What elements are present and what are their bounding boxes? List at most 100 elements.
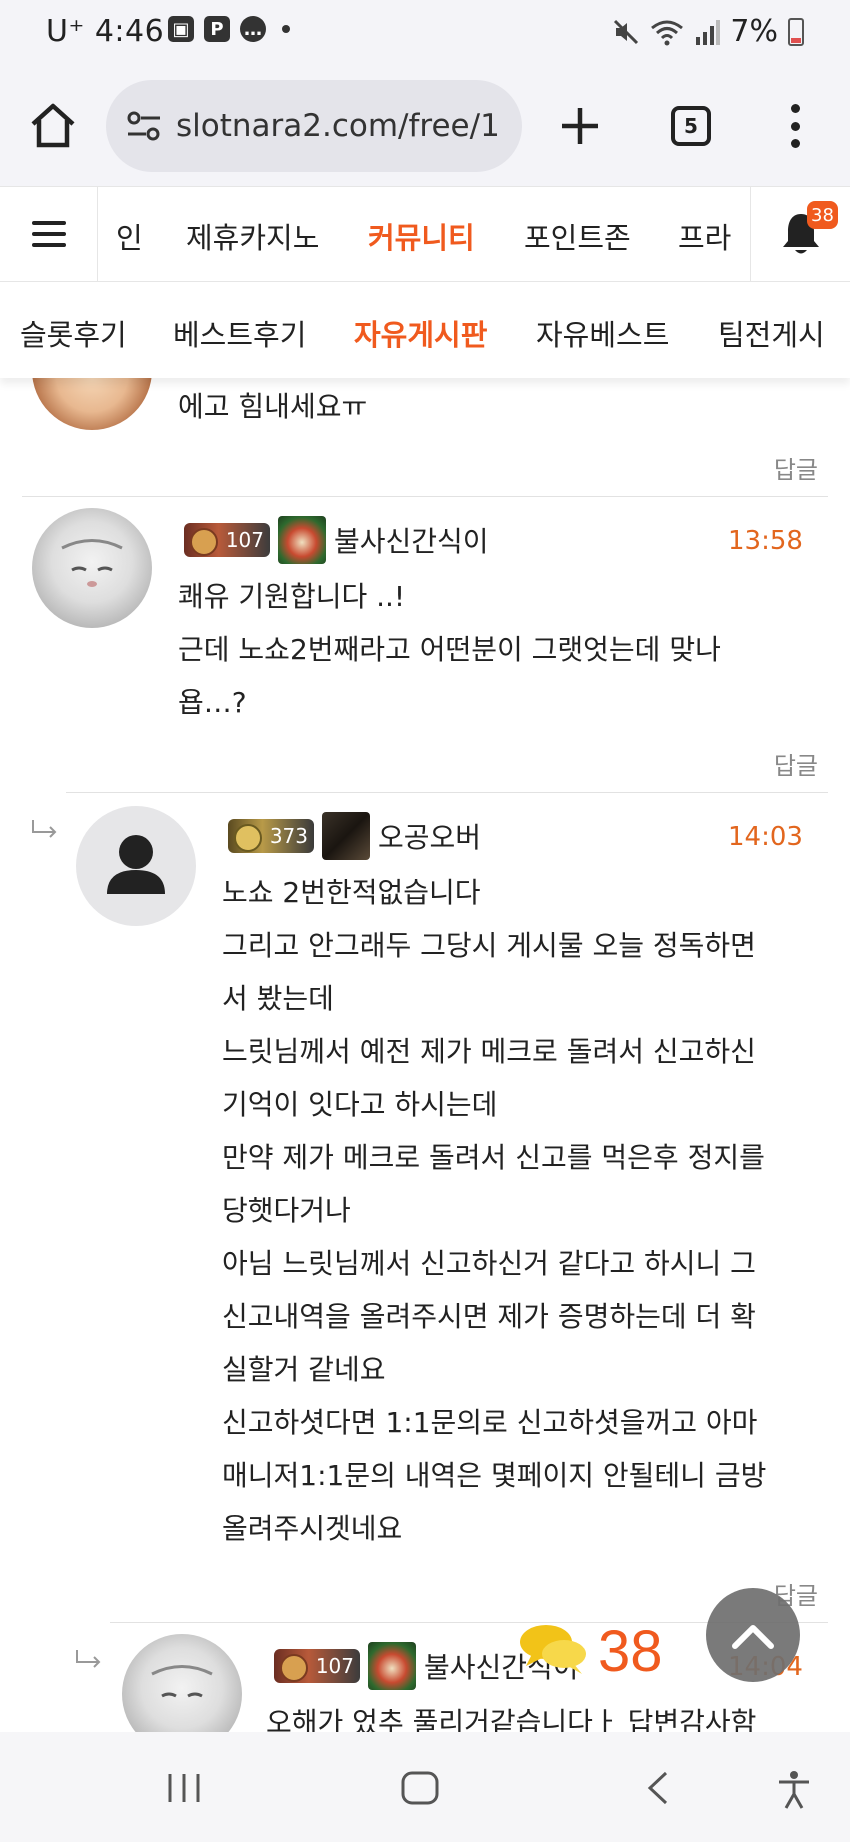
comment-line: 올려주시겟네요	[222, 1512, 403, 1545]
comment-body: 쾌유 기원합니다 ..! 근데 노쇼2번째라고 어떤분이 그랫엇는데 맞나 욥……	[178, 570, 721, 729]
more-notifications-icon	[282, 25, 290, 33]
comment-line: 신고하셧다면 1:1문의로 신고하셧을꺼고 아마	[222, 1406, 758, 1439]
site-settings-icon[interactable]	[124, 106, 164, 146]
comment-line: 그리고 안그래두 그당시 게시물 오늘 정독하면	[222, 929, 756, 962]
status-bar: U⁺ 4:46 ▣ P … 7%	[0, 0, 850, 66]
comment-body: 에고 힘내세요ㅠ	[178, 380, 367, 433]
back-icon[interactable]	[644, 1770, 672, 1806]
sub-item-best-review[interactable]: 베스트후기	[173, 312, 306, 354]
comment-line: 기억이 잇다고 하시는데	[222, 1088, 498, 1121]
address-bar[interactable]: slotnara2.com/free/1	[106, 80, 522, 172]
level-badge: 373	[228, 819, 314, 853]
comment-time: 13:58	[728, 526, 803, 556]
comment-list: 에고 힘내세요ㅠ 답글 107 불사신간식이 13:58 쾌유 기원합니다 ..…	[0, 378, 850, 1732]
system-nav-bar	[0, 1732, 850, 1842]
nav-item-partner-casino[interactable]: 제휴카지노	[186, 215, 319, 257]
member-flair-icon	[322, 812, 370, 860]
recent-apps-icon[interactable]	[164, 1770, 204, 1806]
avatar[interactable]	[32, 378, 152, 430]
nav-item-point-zone[interactable]: 포인트존	[524, 215, 631, 257]
battery-percent: 7%	[730, 14, 778, 49]
mute-icon	[614, 19, 639, 44]
home-icon[interactable]	[28, 100, 78, 150]
signal-icon	[696, 19, 721, 45]
status-time: U⁺ 4:46	[46, 14, 164, 49]
hamburger-menu-icon[interactable]	[0, 187, 98, 281]
comment-line: 오해가 었추 풀리거같습니다ㅏ 답변감사함	[266, 1706, 757, 1732]
comment-author[interactable]: 오공오버	[378, 816, 481, 856]
notification-badge: 38	[807, 201, 838, 229]
comment-line: 느릿님께서 예전 제가 메크로 돌려서 신고하신	[222, 1035, 756, 1068]
home-nav-icon[interactable]	[400, 1770, 440, 1806]
reply-button[interactable]: 답글	[774, 450, 818, 485]
member-flair-icon	[368, 1642, 416, 1690]
comment-line: 만약 제가 메크로 돌려서 신고를 먹은후 정지를	[222, 1141, 765, 1174]
status-right: 7%	[612, 14, 804, 49]
sub-item-free-board[interactable]: 자유게시판	[354, 312, 487, 354]
comment-line: 에고 힘내세요ㅠ	[178, 390, 368, 423]
wifi-icon	[651, 20, 684, 45]
browser-menu-button[interactable]	[780, 102, 810, 150]
main-nav-items: 인 제휴카지노 커뮤니티 포인트존 프라	[98, 187, 750, 281]
comment-line: 신고내역을 올려주시면 제가 증명하는데 더 확	[222, 1300, 756, 1333]
tab-count: 5	[684, 114, 698, 138]
comment-author[interactable]: 불사신간식이	[334, 520, 489, 560]
browser-toolbar: slotnara2.com/free/1 5	[0, 66, 850, 186]
comment-line: 노쇼 2번한적없습니다	[222, 876, 481, 909]
divider	[66, 792, 828, 793]
sub-item-slot-review[interactable]: 슬롯후기	[20, 312, 127, 354]
divider	[22, 496, 828, 497]
image-icon: ▣	[168, 16, 194, 42]
comment-meta: 373 오공오버	[228, 812, 481, 860]
comment-line: 욥…?	[178, 686, 247, 719]
reply-arrow-icon	[32, 820, 57, 838]
new-tab-icon[interactable]	[556, 102, 604, 150]
site-main-nav: 인 제휴카지노 커뮤니티 포인트존 프라 38	[0, 186, 850, 282]
avatar[interactable]	[122, 1634, 242, 1732]
sub-item-free-best[interactable]: 자유베스트	[536, 312, 669, 354]
comment-body: 오해가 었추 풀리거같습니다ㅏ 답변감사함	[266, 1696, 756, 1732]
p-icon: P	[204, 16, 230, 42]
notifications-button[interactable]: 38	[750, 187, 850, 281]
level-value: 107	[315, 1654, 354, 1678]
accessibility-icon[interactable]	[776, 1770, 812, 1810]
cat-face-icon	[61, 539, 123, 587]
level-value: 373	[269, 824, 308, 848]
cat-face-icon	[151, 1665, 213, 1698]
avatar[interactable]	[32, 508, 152, 628]
level-value: 107	[225, 528, 264, 552]
avatar[interactable]	[76, 806, 196, 926]
comment-line: 당햇다거나	[222, 1194, 351, 1227]
member-flair-icon	[278, 516, 326, 564]
comment-line: 실할거 같네요	[222, 1353, 386, 1386]
clock: 4:46	[94, 14, 165, 49]
level-badge: 107	[274, 1649, 360, 1683]
chat-icon: …	[240, 16, 266, 42]
scroll-to-top-button[interactable]	[706, 1588, 800, 1682]
comment-body: 노쇼 2번한적없습니다 그리고 안그래두 그당시 게시물 오늘 정독하면 서 봤…	[222, 866, 766, 1555]
carrier-label: U⁺	[46, 14, 85, 49]
reply-arrow-icon	[76, 1650, 101, 1668]
nav-item-partial-left[interactable]: 인	[116, 215, 143, 257]
tab-switcher-button[interactable]: 5	[671, 106, 711, 146]
chevron-up-icon	[732, 1625, 774, 1649]
comment-line: 아님 느릿님께서 신고하신거 같다고 하시니 그	[222, 1247, 756, 1280]
comment-line: 쾌유 기원합니다 ..!	[178, 580, 406, 613]
comment-bubble-icon[interactable]	[518, 1622, 590, 1676]
battery-icon	[788, 17, 804, 46]
comment-line: 매니저1:1문의 내역은 몇페이지 안될테니 금방	[222, 1459, 767, 1492]
comment-time: 14:03	[728, 822, 803, 852]
community-sub-nav: 슬롯후기 베스트후기 자유게시판 자유베스트 팀전게시	[0, 282, 850, 378]
comment-line: 서 봤는데	[222, 982, 334, 1015]
notification-icons: ▣ P …	[168, 16, 290, 42]
nav-item-partial-right[interactable]: 프라	[678, 215, 731, 257]
sub-item-team-board[interactable]: 팀전게시	[718, 312, 825, 354]
nav-item-community[interactable]: 커뮤니티	[368, 215, 475, 257]
reply-button[interactable]: 답글	[774, 746, 818, 781]
level-badge: 107	[184, 523, 270, 557]
comment-count[interactable]: 38	[598, 1618, 663, 1685]
comment-line: 근데 노쇼2번째라고 어떤분이 그랫엇는데 맞나	[178, 633, 721, 666]
comment-meta: 107 불사신간식이	[184, 516, 489, 564]
default-user-icon	[107, 835, 165, 894]
url-text[interactable]: slotnara2.com/free/1	[176, 108, 500, 144]
